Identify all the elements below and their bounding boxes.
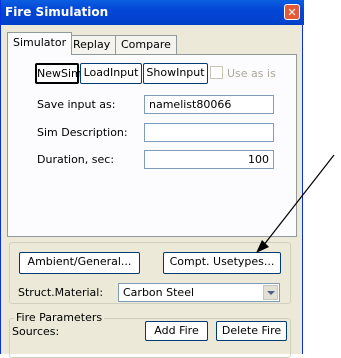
tab-simulator[interactable]: Simulator: [7, 32, 73, 55]
annotation-arrow-line: [262, 154, 335, 247]
annotation-arrow-head: [256, 240, 269, 253]
